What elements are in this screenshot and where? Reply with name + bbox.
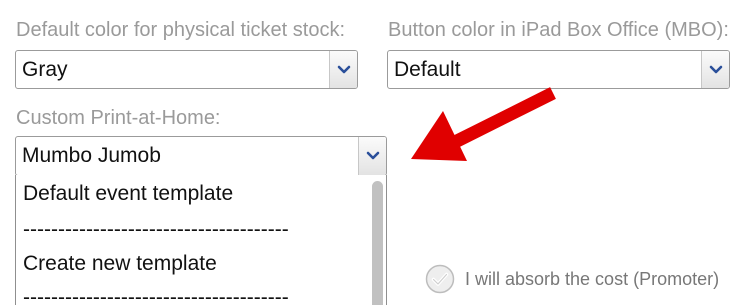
physical-ticket-color-dropdown-button[interactable] bbox=[329, 51, 357, 88]
red-arrow-icon bbox=[411, 87, 556, 161]
ipad-button-color-dropdown-button[interactable] bbox=[701, 51, 729, 88]
absorb-cost-label: I will absorb the cost (Promoter) bbox=[465, 268, 720, 289]
checkmark-circle-icon[interactable] bbox=[425, 264, 455, 294]
print-at-home-select[interactable]: Mumbo Jumob bbox=[15, 136, 387, 176]
dropdown-separator: -------------------------------------- bbox=[23, 218, 289, 241]
dropdown-separator: -------------------------------------- bbox=[23, 286, 289, 305]
print-at-home-dropdown-list[interactable]: Default event template -----------------… bbox=[15, 175, 387, 305]
ipad-button-color-label: Button color in iPad Box Office (MBO): bbox=[388, 19, 729, 41]
print-at-home-label: Custom Print-at-Home: bbox=[16, 107, 221, 129]
print-at-home-value: Mumbo Jumob bbox=[22, 144, 161, 167]
dropdown-scrollbar-thumb[interactable] bbox=[372, 181, 383, 305]
dropdown-option-default-event-template[interactable]: Default event template bbox=[23, 181, 233, 207]
chevron-down-icon bbox=[337, 65, 350, 73]
physical-ticket-color-value: Gray bbox=[22, 57, 68, 81]
absorb-cost-option[interactable]: I will absorb the cost (Promoter) bbox=[425, 264, 719, 294]
chevron-down-icon bbox=[366, 151, 379, 160]
physical-ticket-color-label: Default color for physical ticket stock: bbox=[16, 19, 346, 41]
print-at-home-dropdown-button[interactable] bbox=[358, 137, 386, 175]
chevron-down-icon bbox=[709, 65, 722, 73]
physical-ticket-color-select[interactable]: Gray bbox=[15, 50, 358, 89]
dropdown-option-create-new-template[interactable]: Create new template bbox=[23, 251, 217, 277]
dropdown-scrollbar[interactable] bbox=[370, 175, 386, 305]
